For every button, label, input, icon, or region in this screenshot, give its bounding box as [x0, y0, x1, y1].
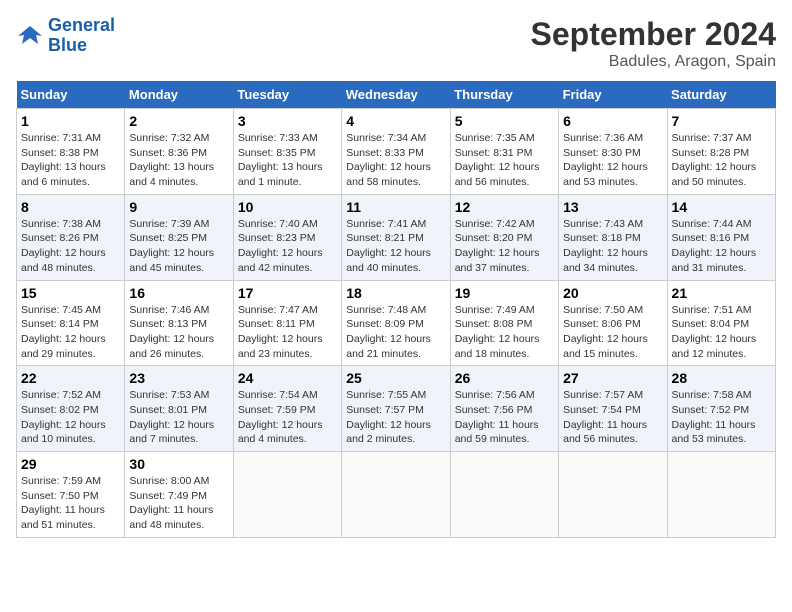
calendar-day: 15Sunrise: 7:45 AM Sunset: 8:14 PM Dayli… [17, 280, 125, 366]
calendar-table: SundayMondayTuesdayWednesdayThursdayFrid… [16, 81, 776, 538]
weekday-header: Saturday [667, 81, 775, 109]
calendar-day: 19Sunrise: 7:49 AM Sunset: 8:08 PM Dayli… [450, 280, 558, 366]
calendar-day: 2Sunrise: 7:32 AM Sunset: 8:36 PM Daylig… [125, 109, 233, 195]
title-section: September 2024 Badules, Aragon, Spain [531, 16, 776, 71]
weekday-header: Wednesday [342, 81, 450, 109]
logo-icon [16, 22, 44, 50]
calendar-day: 9Sunrise: 7:39 AM Sunset: 8:25 PM Daylig… [125, 194, 233, 280]
calendar-day: 17Sunrise: 7:47 AM Sunset: 8:11 PM Dayli… [233, 280, 341, 366]
page-title: September 2024 [531, 16, 776, 53]
calendar-day: 22Sunrise: 7:52 AM Sunset: 8:02 PM Dayli… [17, 366, 125, 452]
page-subtitle: Badules, Aragon, Spain [531, 53, 776, 71]
logo-text: General Blue [48, 16, 115, 56]
calendar-day: 13Sunrise: 7:43 AM Sunset: 8:18 PM Dayli… [559, 194, 667, 280]
calendar-day: 16Sunrise: 7:46 AM Sunset: 8:13 PM Dayli… [125, 280, 233, 366]
calendar-day: 14Sunrise: 7:44 AM Sunset: 8:16 PM Dayli… [667, 194, 775, 280]
calendar-day: 7Sunrise: 7:37 AM Sunset: 8:28 PM Daylig… [667, 109, 775, 195]
page-header: General Blue September 2024 Badules, Ara… [16, 16, 776, 71]
calendar-week-row: 1Sunrise: 7:31 AM Sunset: 8:38 PM Daylig… [17, 109, 776, 195]
calendar-week-row: 8Sunrise: 7:38 AM Sunset: 8:26 PM Daylig… [17, 194, 776, 280]
calendar-day: 3Sunrise: 7:33 AM Sunset: 8:35 PM Daylig… [233, 109, 341, 195]
calendar-day [667, 452, 775, 538]
weekday-header: Tuesday [233, 81, 341, 109]
calendar-day: 11Sunrise: 7:41 AM Sunset: 8:21 PM Dayli… [342, 194, 450, 280]
calendar-day [450, 452, 558, 538]
weekday-header: Monday [125, 81, 233, 109]
weekday-header-row: SundayMondayTuesdayWednesdayThursdayFrid… [17, 81, 776, 109]
calendar-day: 5Sunrise: 7:35 AM Sunset: 8:31 PM Daylig… [450, 109, 558, 195]
calendar-week-row: 15Sunrise: 7:45 AM Sunset: 8:14 PM Dayli… [17, 280, 776, 366]
weekday-header: Sunday [17, 81, 125, 109]
calendar-day: 8Sunrise: 7:38 AM Sunset: 8:26 PM Daylig… [17, 194, 125, 280]
calendar-day: 12Sunrise: 7:42 AM Sunset: 8:20 PM Dayli… [450, 194, 558, 280]
calendar-day: 6Sunrise: 7:36 AM Sunset: 8:30 PM Daylig… [559, 109, 667, 195]
calendar-day [233, 452, 341, 538]
calendar-day: 26Sunrise: 7:56 AM Sunset: 7:56 PM Dayli… [450, 366, 558, 452]
calendar-day: 4Sunrise: 7:34 AM Sunset: 8:33 PM Daylig… [342, 109, 450, 195]
calendar-day: 28Sunrise: 7:58 AM Sunset: 7:52 PM Dayli… [667, 366, 775, 452]
calendar-day: 24Sunrise: 7:54 AM Sunset: 7:59 PM Dayli… [233, 366, 341, 452]
calendar-day: 27Sunrise: 7:57 AM Sunset: 7:54 PM Dayli… [559, 366, 667, 452]
calendar-day: 20Sunrise: 7:50 AM Sunset: 8:06 PM Dayli… [559, 280, 667, 366]
calendar-day: 29Sunrise: 7:59 AM Sunset: 7:50 PM Dayli… [17, 452, 125, 538]
calendar-day [342, 452, 450, 538]
calendar-day: 1Sunrise: 7:31 AM Sunset: 8:38 PM Daylig… [17, 109, 125, 195]
logo: General Blue [16, 16, 115, 56]
calendar-day: 30Sunrise: 8:00 AM Sunset: 7:49 PM Dayli… [125, 452, 233, 538]
calendar-day: 18Sunrise: 7:48 AM Sunset: 8:09 PM Dayli… [342, 280, 450, 366]
calendar-day: 10Sunrise: 7:40 AM Sunset: 8:23 PM Dayli… [233, 194, 341, 280]
calendar-week-row: 22Sunrise: 7:52 AM Sunset: 8:02 PM Dayli… [17, 366, 776, 452]
weekday-header: Friday [559, 81, 667, 109]
calendar-day: 23Sunrise: 7:53 AM Sunset: 8:01 PM Dayli… [125, 366, 233, 452]
calendar-day [559, 452, 667, 538]
calendar-week-row: 29Sunrise: 7:59 AM Sunset: 7:50 PM Dayli… [17, 452, 776, 538]
calendar-day: 25Sunrise: 7:55 AM Sunset: 7:57 PM Dayli… [342, 366, 450, 452]
weekday-header: Thursday [450, 81, 558, 109]
calendar-day: 21Sunrise: 7:51 AM Sunset: 8:04 PM Dayli… [667, 280, 775, 366]
